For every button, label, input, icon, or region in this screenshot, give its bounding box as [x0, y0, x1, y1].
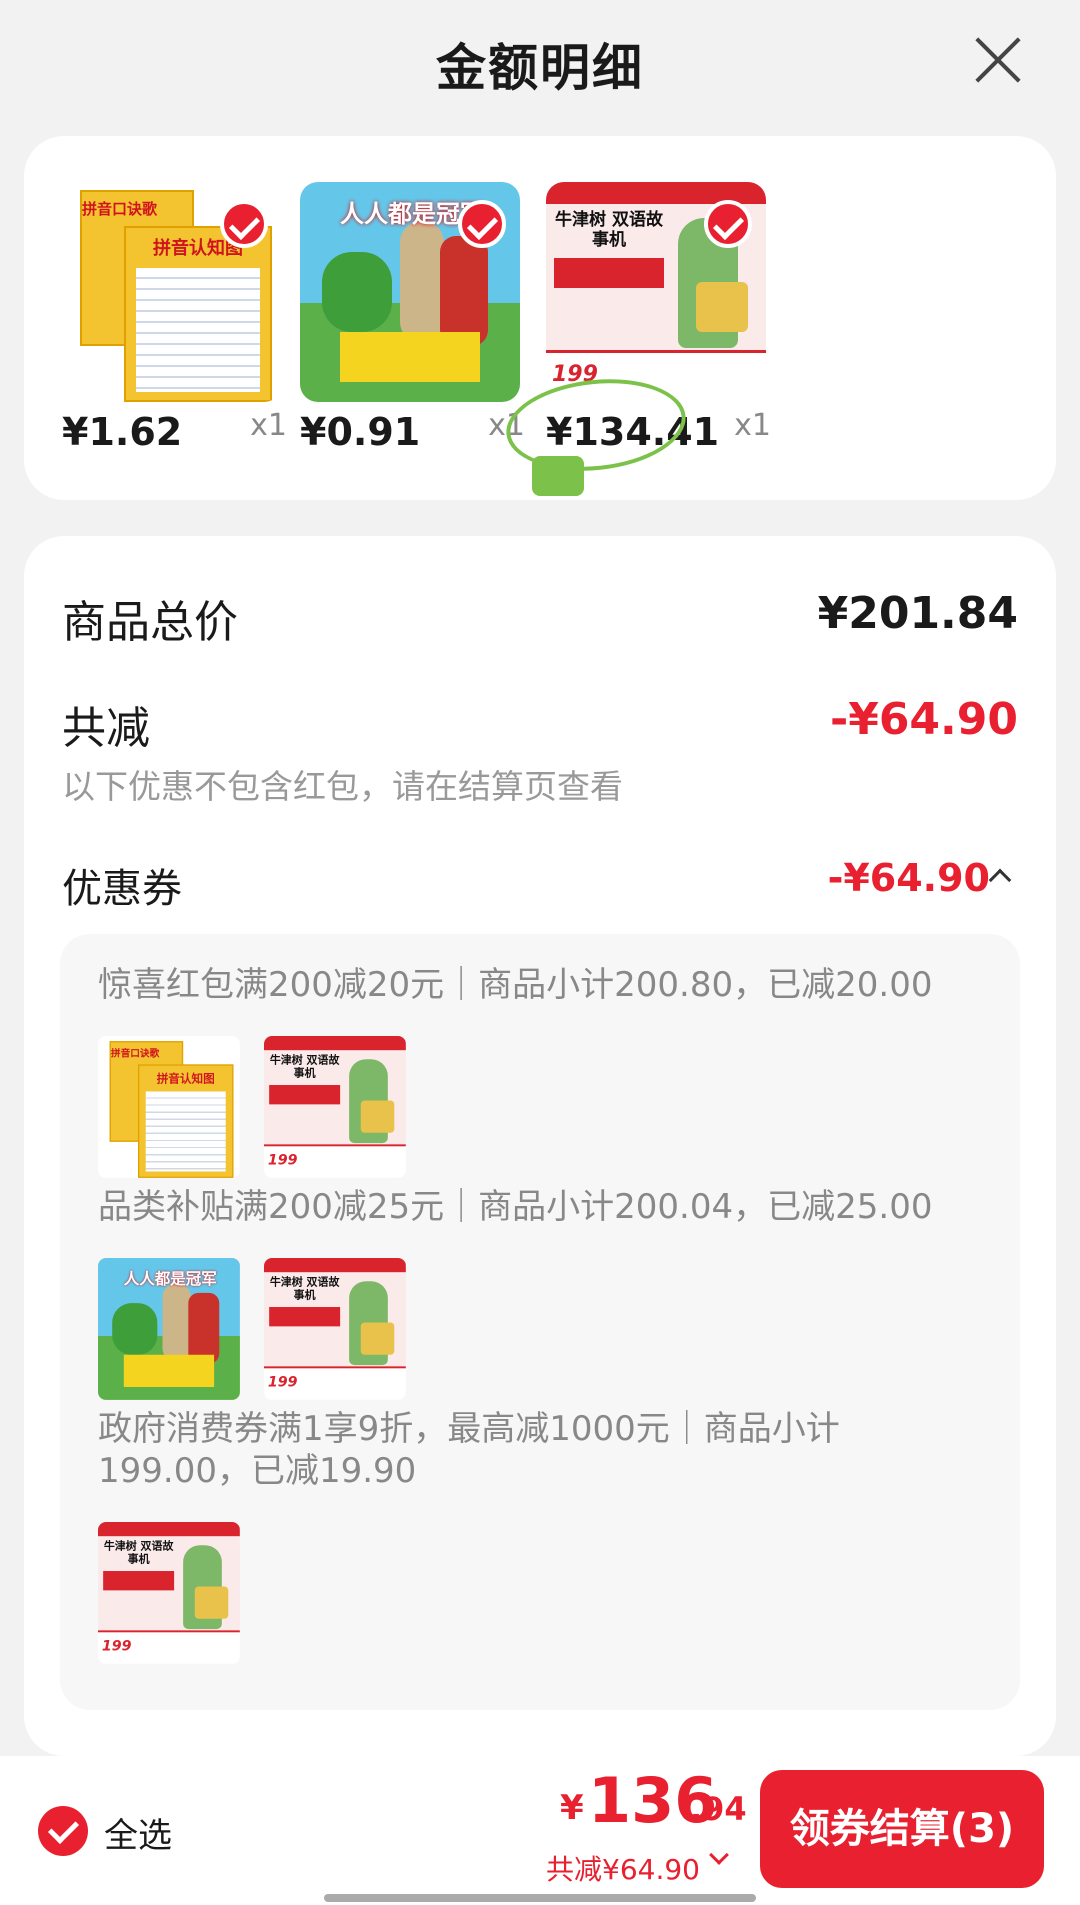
thumbnail-price: 199: [267, 1374, 298, 1391]
total-currency: ¥: [560, 1788, 584, 1828]
coupon-text: 品类补贴满200减25元｜商品小计200.04，已减25.00: [98, 1187, 933, 1227]
home-indicator: [324, 1894, 756, 1902]
thumbnail-text: 拼音口诀歌: [82, 200, 158, 218]
product-price: ¥1.62: [62, 410, 183, 454]
coupon-label[interactable]: 优惠券: [62, 856, 182, 914]
coupon-product-thumbnail: 人人都是冠军: [98, 1258, 240, 1400]
product-price: ¥0.91: [300, 410, 421, 454]
reduction-value: -¥64.90: [829, 694, 1018, 745]
product-thumbnail[interactable]: 人人都是冠军: [300, 182, 520, 402]
page-title: 金额明细: [436, 39, 644, 97]
coupon-value[interactable]: -¥64.90: [828, 856, 990, 900]
thumbnail-text: 牛津树 双语故事机: [555, 210, 663, 250]
product-item[interactable]: 人人都是冠军 ¥0.91 x1: [300, 182, 525, 454]
total-amount-decimal: .94: [690, 1790, 747, 1828]
coupon-text: 政府消费券满1享9折，最高减1000元｜商品小计: [98, 1409, 840, 1449]
thumbnail-text: 人人都是冠军: [123, 1269, 217, 1288]
product-item[interactable]: 牛津树 双语故事机 199 ¥134.41 x1: [546, 182, 771, 454]
select-all-check-icon[interactable]: [38, 1806, 88, 1856]
product-item[interactable]: 拼音口诀歌 拼音认知图 ¥1.62 x1: [62, 182, 287, 454]
product-quantity: x1: [250, 408, 287, 443]
close-icon[interactable]: [968, 30, 1028, 90]
coupon-product-thumbnail: 拼音口诀歌 拼音认知图: [98, 1036, 240, 1178]
thumbnail-text: 拼音认知图: [156, 1072, 215, 1086]
thumbnail-text: 牛津树 双语故事机: [103, 1540, 174, 1566]
checkout-button[interactable]: 领券结算(3): [760, 1770, 1044, 1888]
selected-check-icon[interactable]: [220, 200, 268, 248]
coupon-text: 199.00，已减19.90: [98, 1451, 417, 1491]
selected-check-icon[interactable]: [704, 200, 752, 248]
total-price-label: 商品总价: [62, 597, 238, 648]
coupon-product-thumbnail: 牛津树 双语故事机 199: [264, 1036, 406, 1178]
header: 金额明细: [0, 0, 1080, 125]
product-thumbnail[interactable]: 拼音口诀歌 拼音认知图: [62, 182, 282, 402]
checkout-bar: 全选 ¥ 136 .94 共减¥64.90 领券结算(3): [0, 1756, 1080, 1905]
book-sticker-icon: [532, 456, 584, 496]
coupon-text: 惊喜红包满200减20元｜商品小计200.80，已减20.00: [98, 965, 933, 1005]
thumbnail-text: 拼音口诀歌: [110, 1047, 160, 1060]
thumbnail-text: 牛津树 双语故事机: [269, 1054, 340, 1080]
saved-amount[interactable]: 共减¥64.90: [546, 1848, 700, 1888]
product-quantity: x1: [734, 408, 771, 443]
coupon-product-thumbnail: 牛津树 双语故事机 199: [98, 1522, 240, 1664]
thumbnail-price: 199: [101, 1638, 132, 1655]
chevron-down-icon[interactable]: [709, 1845, 729, 1865]
discount-note: 以下优惠不包含红包，请在结算页查看: [62, 767, 623, 806]
total-price-value: ¥201.84: [817, 588, 1018, 639]
product-thumbnail[interactable]: 牛津树 双语故事机 199: [546, 182, 766, 402]
selected-check-icon[interactable]: [458, 200, 506, 248]
coupon-list: 惊喜红包满200减20元｜商品小计200.80，已减20.00 拼音口诀歌 拼音…: [60, 934, 1020, 1710]
coupon-product-thumbnail: 牛津树 双语故事机 199: [264, 1258, 406, 1400]
thumbnail-text: 牛津树 双语故事机: [269, 1276, 340, 1302]
reduction-label: 共减: [62, 703, 150, 754]
select-all-label[interactable]: 全选: [104, 1808, 172, 1857]
thumbnail-price: 199: [267, 1152, 298, 1169]
